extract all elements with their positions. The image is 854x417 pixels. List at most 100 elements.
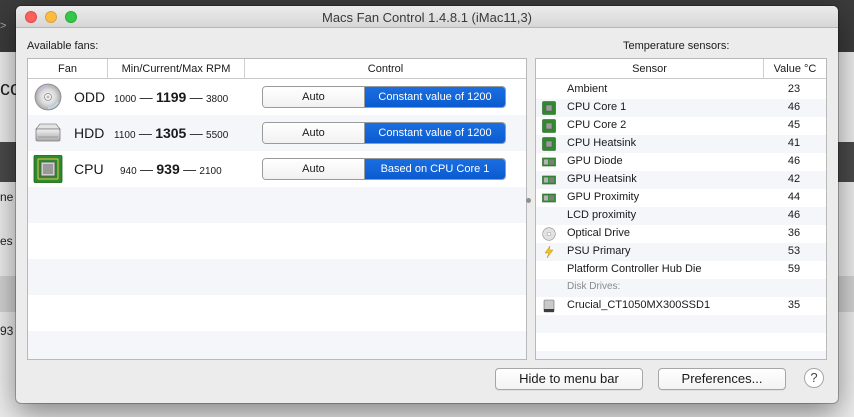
sensors-table: Sensor Value °C Ambient 23 CPU Core 1 46… [535,58,827,360]
background-fragment-arrow: > [0,20,7,32]
fan-current-rpm: 1305 [155,125,187,141]
fan-rpm: 1000 — 1199 — 3800 [114,89,228,105]
sensor-value: 44 [787,191,801,203]
column-header-fan[interactable]: Fan [28,59,108,79]
sensor-name: LCD proximity [567,209,637,221]
rpm-separator: — [140,162,154,177]
sensor-value: 46 [787,155,801,167]
sensor-value: 53 [787,245,801,257]
empty-row [536,351,826,359]
sensor-row[interactable]: PSU Primary 53 [536,243,826,261]
fan-min-rpm: 1000 [114,94,137,105]
empty-row [28,259,526,295]
fan-max-rpm: 2100 [199,166,222,177]
column-header-rpm[interactable]: Min/Current/Max RPM [108,59,245,79]
preferences-button[interactable]: Preferences... [658,368,786,390]
pane-splitter-handle[interactable] [526,198,531,203]
fans-table: Fan Min/Current/Max RPM Control ODD 1000… [27,58,527,360]
fan-control-segmented: Auto Based on CPU Core 1 [262,158,506,180]
sensor-name: Ambient [567,83,608,95]
sensor-row[interactable]: CPU Heatsink 41 [536,135,826,153]
sensor-value: 36 [787,227,801,239]
rpm-separator: — [139,90,153,105]
rpm-separator: — [189,90,203,105]
help-button[interactable]: ? [804,368,824,388]
cpu-chip-icon [33,155,63,183]
background-fragment-text: 93 [0,324,14,338]
fan-rpm: 940 — 939 — 2100 [120,161,222,177]
sensor-row[interactable]: GPU Diode 46 [536,153,826,171]
column-header-control[interactable]: Control [245,59,526,79]
rpm-separator: — [189,126,203,141]
fan-name: HDD [74,125,105,141]
fan-current-rpm: 1199 [155,89,187,105]
fans-table-header: Fan Min/Current/Max RPM Control [28,59,526,79]
fan-mode-custom-button[interactable]: Based on CPU Core 1 [365,159,505,179]
fan-max-rpm: 3800 [206,94,229,105]
fan-name: CPU [74,161,104,177]
sensor-value: 35 [787,299,801,311]
rpm-separator: — [183,162,197,177]
cpu-chip-icon [542,119,556,133]
cpu-chip-icon [542,101,556,115]
sensor-row[interactable]: GPU Proximity 44 [536,189,826,207]
fan-mode-custom-button[interactable]: Constant value of 1200 [365,123,505,143]
fan-mode-custom-button[interactable]: Constant value of 1200 [365,87,505,107]
cpu-chip-icon [542,137,556,151]
sensor-value: 45 [787,119,801,131]
sensor-name: Crucial_CT1050MX300SSD1 [567,299,711,311]
sensor-value: 46 [787,101,801,113]
sensor-name: CPU Core 2 [567,119,627,131]
sensor-row[interactable]: Crucial_CT1050MX300SSD1 35 [536,297,826,315]
fan-min-rpm: 1100 [114,130,136,141]
fan-max-rpm: 5500 [206,130,229,141]
optical-disc-icon [34,83,62,111]
sensor-name: CPU Heatsink [567,137,637,149]
sensor-value: 46 [787,209,801,221]
window-title: Macs Fan Control 1.4.8.1 (iMac11,3) [321,10,532,25]
sensor-name: Platform Controller Hub Die [567,263,702,275]
ssd-drive-icon [543,299,555,313]
sensor-name: CPU Core 1 [567,101,627,113]
main-window: Macs Fan Control 1.4.8.1 (iMac11,3) Avai… [16,6,838,403]
sensor-row[interactable]: Optical Drive 36 [536,225,826,243]
fan-row-odd[interactable]: ODD 1000 — 1199 — 3800 Auto Constant val… [28,79,526,115]
sensor-name: GPU Proximity [567,191,640,203]
empty-row [28,187,526,223]
hide-to-menu-bar-button[interactable]: Hide to menu bar [495,368,643,390]
sensors-section-label: Temperature sensors: [623,40,730,52]
fan-control-segmented: Auto Constant value of 1200 [262,122,506,144]
sensor-name: GPU Diode [567,155,623,167]
sensors-table-header: Sensor Value °C [536,59,826,79]
power-bolt-icon [544,245,554,259]
background-fragment-text: es [0,234,13,248]
sensor-row[interactable]: Ambient 23 [536,81,826,99]
background-fragment-text: ne [0,190,14,204]
disk-drives-group-label: Disk Drives: [567,281,621,292]
sensor-row[interactable]: CPU Core 2 45 [536,117,826,135]
column-header-value[interactable]: Value °C [764,59,826,79]
empty-row [536,315,826,333]
fan-row-cpu[interactable]: CPU 940 — 939 — 2100 Auto Based on CPU C… [28,151,526,187]
column-header-sensor[interactable]: Sensor [536,59,764,79]
sensor-row[interactable]: LCD proximity 46 [536,207,826,225]
fan-mode-auto-button[interactable]: Auto [263,87,365,107]
gpu-card-icon [542,175,556,185]
sensor-name: PSU Primary [567,245,631,257]
sensor-value: 59 [787,263,801,275]
fan-row-hdd[interactable]: HDD 1100 — 1305 — 5500 Auto Constant val… [28,115,526,151]
sensor-row[interactable]: CPU Core 1 46 [536,99,826,117]
gpu-card-icon [542,193,556,203]
title-bar[interactable]: Macs Fan Control 1.4.8.1 (iMac11,3) [16,6,838,28]
fan-min-rpm: 940 [120,166,137,177]
sensor-value: 42 [787,173,801,185]
fan-name: ODD [74,89,106,105]
fan-mode-auto-button[interactable]: Auto [263,159,365,179]
sensor-row[interactable]: Platform Controller Hub Die 59 [536,261,826,279]
sensor-row[interactable]: GPU Heatsink 42 [536,171,826,189]
fan-control-segmented: Auto Constant value of 1200 [262,86,506,108]
fan-mode-auto-button[interactable]: Auto [263,123,365,143]
fan-rpm: 1100 — 1305 — 5500 [114,125,228,141]
hard-drive-icon [35,123,61,142]
fans-section-label: Available fans: [27,40,99,52]
